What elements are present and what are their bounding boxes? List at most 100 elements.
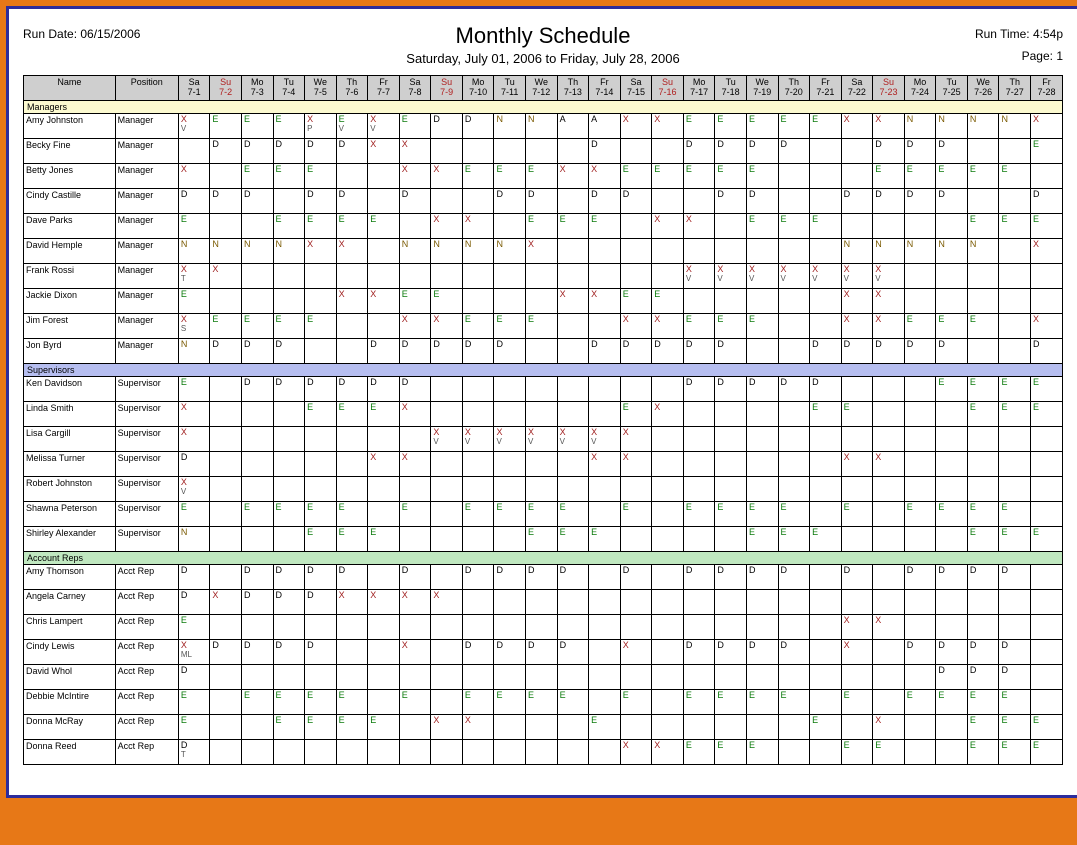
day-cell: D xyxy=(589,338,621,363)
col-day: Sa7-22 xyxy=(841,76,873,101)
day-cell: D xyxy=(241,376,273,401)
day-cell xyxy=(999,476,1031,501)
day-cell: E xyxy=(305,401,337,426)
day-cell xyxy=(494,589,526,614)
day-cell xyxy=(210,163,242,188)
day-cell: E xyxy=(967,213,999,238)
day-cell xyxy=(873,526,905,551)
day-cell: D xyxy=(462,338,494,363)
day-cell xyxy=(652,451,684,476)
table-row: David HempleManagerNNNNXXNNNNXNNNNNX xyxy=(24,238,1063,263)
day-cell xyxy=(936,213,968,238)
day-cell: E xyxy=(967,313,999,338)
employee-position: Acct Rep xyxy=(115,664,178,689)
day-cell: D xyxy=(399,188,431,213)
day-cell: D xyxy=(462,564,494,589)
employee-position: Acct Rep xyxy=(115,714,178,739)
day-cell: E xyxy=(620,689,652,714)
day-cell: N xyxy=(841,238,873,263)
day-cell xyxy=(873,501,905,526)
day-cell xyxy=(967,263,999,288)
day-cell: D xyxy=(683,138,715,163)
day-cell xyxy=(336,451,368,476)
day-cell: X xyxy=(210,589,242,614)
day-cell xyxy=(810,238,842,263)
employee-position: Supervisor xyxy=(115,501,178,526)
col-day: We7-19 xyxy=(746,76,778,101)
day-cell: D xyxy=(273,376,305,401)
day-cell: E xyxy=(620,163,652,188)
day-cell xyxy=(210,689,242,714)
day-cell: E xyxy=(526,213,558,238)
day-cell xyxy=(273,263,305,288)
day-cell: X xyxy=(873,451,905,476)
day-cell xyxy=(336,614,368,639)
employee-name: Shawna Peterson xyxy=(24,501,116,526)
day-cell: D xyxy=(904,338,936,363)
day-cell xyxy=(715,714,747,739)
day-cell xyxy=(526,401,558,426)
day-cell: D xyxy=(273,639,305,664)
day-cell xyxy=(1031,564,1063,589)
day-cell: E xyxy=(841,401,873,426)
day-cell xyxy=(273,526,305,551)
day-cell: D xyxy=(841,564,873,589)
day-cell: E xyxy=(336,401,368,426)
day-cell xyxy=(494,451,526,476)
day-cell xyxy=(652,188,684,213)
day-cell xyxy=(368,664,400,689)
day-cell: D xyxy=(683,376,715,401)
day-cell xyxy=(778,401,810,426)
day-cell: D xyxy=(399,338,431,363)
day-cell xyxy=(494,664,526,689)
day-cell xyxy=(462,188,494,213)
day-cell xyxy=(241,526,273,551)
table-row: Becky FineManagerDDDDDXXDDDDDDDDE xyxy=(24,138,1063,163)
day-cell: X xyxy=(873,614,905,639)
employee-position: Acct Rep xyxy=(115,564,178,589)
day-cell: D xyxy=(778,564,810,589)
day-cell xyxy=(936,426,968,451)
day-cell xyxy=(305,451,337,476)
day-cell: E xyxy=(999,739,1031,764)
day-cell: E xyxy=(936,501,968,526)
day-cell: E xyxy=(999,501,1031,526)
day-cell: X xyxy=(178,163,210,188)
employee-name: Linda Smith xyxy=(24,401,116,426)
day-cell: XV xyxy=(462,426,494,451)
day-cell xyxy=(841,476,873,501)
day-cell: N xyxy=(399,238,431,263)
day-cell xyxy=(652,614,684,639)
day-cell xyxy=(1031,263,1063,288)
day-cell: E xyxy=(652,288,684,313)
employee-name: Ken Davidson xyxy=(24,376,116,401)
day-cell: E xyxy=(841,689,873,714)
day-cell: E xyxy=(1031,376,1063,401)
employee-position: Manager xyxy=(115,338,178,363)
day-cell: X xyxy=(526,238,558,263)
day-cell: D xyxy=(1031,338,1063,363)
day-cell xyxy=(526,476,558,501)
employee-name: Shirley Alexander xyxy=(24,526,116,551)
day-cell: D xyxy=(936,639,968,664)
day-cell: X xyxy=(399,589,431,614)
col-day: Tu7-4 xyxy=(273,76,305,101)
day-cell xyxy=(305,476,337,501)
day-cell xyxy=(778,451,810,476)
col-day: Su7-9 xyxy=(431,76,463,101)
day-cell: D xyxy=(210,639,242,664)
day-cell: D xyxy=(178,664,210,689)
day-cell xyxy=(1031,689,1063,714)
day-cell: E xyxy=(683,501,715,526)
day-cell xyxy=(778,238,810,263)
day-cell: D xyxy=(652,338,684,363)
day-cell xyxy=(241,426,273,451)
run-time: Run Time: 4:54p xyxy=(975,27,1063,41)
day-cell: E xyxy=(652,163,684,188)
col-day: Mo7-10 xyxy=(462,76,494,101)
day-cell: E xyxy=(936,163,968,188)
day-cell: D xyxy=(241,589,273,614)
day-cell: E xyxy=(178,689,210,714)
day-cell: E xyxy=(336,714,368,739)
day-cell: D xyxy=(462,639,494,664)
